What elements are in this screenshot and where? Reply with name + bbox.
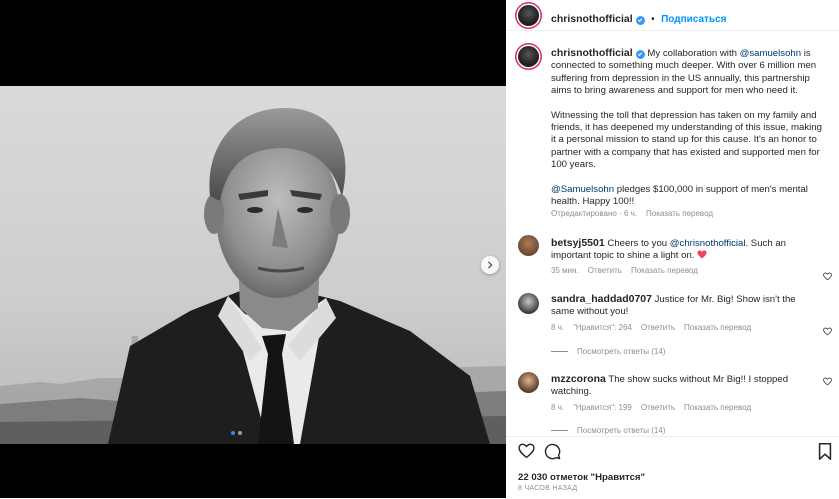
comment-username[interactable]: sandra_haddad0707	[551, 293, 652, 305]
carousel-next-button[interactable]	[481, 256, 499, 274]
carousel-dot	[238, 431, 242, 435]
caption-author-avatar[interactable]	[518, 46, 539, 67]
comment-like-heart-icon[interactable]	[823, 377, 832, 386]
comment-reply-link[interactable]: Ответить	[641, 323, 675, 332]
post-header: chrisnothofficial • Подписаться	[506, 0, 839, 31]
verified-badge-icon	[635, 49, 645, 59]
commenter-avatar[interactable]	[518, 372, 539, 393]
view-replies-button[interactable]: Посмотреть ответы (14)	[551, 347, 665, 356]
comments-scroll-area[interactable]: chrisnothofficial My collaboration with …	[506, 31, 839, 435]
bookmark-icon[interactable]	[818, 443, 832, 460]
portrait-image	[0, 86, 506, 444]
view-replies-button[interactable]: Посмотреть ответы (14)	[551, 426, 665, 435]
verified-badge-icon	[635, 15, 645, 25]
caption-p2: Witnessing the toll that depression has …	[551, 109, 822, 171]
caption-paragraph-gap	[551, 172, 823, 184]
comment-meta: 8 ч. "Нравится": 199 Ответить Показать п…	[551, 403, 751, 412]
comment-bubble-icon[interactable]	[544, 443, 561, 460]
comment-likes-count[interactable]: "Нравится": 199	[573, 403, 632, 412]
follow-button[interactable]: Подписаться	[661, 14, 726, 25]
comment-likes-count[interactable]: "Нравится": 264	[573, 323, 632, 332]
comment-meta: 8 ч. "Нравится": 264 Ответить Показать п…	[551, 323, 751, 332]
comment-time: 8 ч.	[551, 403, 565, 412]
comment-time: 8 ч.	[551, 323, 565, 332]
likes-count[interactable]: 22 030 отметок "Нравится"	[518, 472, 645, 483]
replies-line	[551, 430, 568, 431]
author-username[interactable]: chrisnothofficial	[551, 13, 633, 25]
comment-username[interactable]: mzzcorona	[551, 373, 606, 385]
commenter-avatar[interactable]	[518, 235, 539, 256]
comment-translate-link[interactable]: Показать перевод	[684, 323, 751, 332]
comment-meta: 35 мин. Ответить Показать перевод	[551, 266, 698, 275]
caption-paragraph-gap	[551, 98, 823, 110]
comment-translate-link[interactable]: Показать перевод	[631, 266, 698, 275]
caption-edited-time: Отредактировано · 6 ч.	[551, 209, 637, 218]
comment-text: mzzcorona The show sucks without Mr Big!…	[551, 373, 813, 399]
comment-mention[interactable]: @chrisnothofficial	[670, 238, 746, 249]
caption-p1-before: My collaboration with	[647, 48, 740, 59]
caption-mention-samuelsohn-2[interactable]: @Samuelsohn	[551, 184, 614, 195]
caption-mention-samuelsohn[interactable]: @samuelsohn	[740, 48, 801, 59]
comment-like-heart-icon[interactable]	[823, 272, 832, 281]
chevron-right-icon	[487, 261, 493, 269]
comment-text: betsyj5501 Cheers to you @chrisnothoffic…	[551, 237, 813, 264]
caption-meta: Отредактировано · 6 ч. Показать перевод	[551, 209, 713, 218]
comment-reply-link[interactable]: Ответить	[588, 266, 622, 275]
comment-text: sandra_haddad0707 Justice for Mr. Big! S…	[551, 293, 813, 319]
comment-text-before: Cheers to you	[604, 238, 670, 249]
comment-reply-link[interactable]: Ответить	[641, 403, 675, 412]
comment-like-heart-icon[interactable]	[823, 327, 832, 336]
comment-translate-link[interactable]: Показать перевод	[684, 403, 751, 412]
post-photo	[0, 86, 506, 444]
comment-username[interactable]: betsyj5501	[551, 237, 605, 249]
caption-username[interactable]: chrisnothofficial	[551, 47, 633, 59]
replies-line	[551, 351, 568, 352]
post-caption: chrisnothofficial My collaboration with …	[551, 47, 823, 208]
carousel-dot-active	[231, 431, 235, 435]
post-details-panel: chrisnothofficial • Подписаться chrisnot…	[506, 0, 839, 498]
comment-time: 35 мин.	[551, 266, 579, 275]
post-media	[0, 0, 506, 498]
separator-dot: •	[651, 14, 655, 25]
view-replies-label: Посмотреть ответы (14)	[577, 347, 666, 356]
commenter-avatar[interactable]	[518, 293, 539, 314]
post-actions-bar: 22 030 отметок "Нравится" 8 ЧАСОВ НАЗАД	[506, 436, 839, 499]
carousel-indicator	[231, 431, 242, 435]
view-replies-label: Посмотреть ответы (14)	[577, 426, 666, 435]
heart-outline-icon[interactable]	[518, 443, 535, 459]
post-time-ago: 8 ЧАСОВ НАЗАД	[518, 485, 578, 492]
caption-translate-link[interactable]: Показать перевод	[646, 209, 713, 218]
author-avatar[interactable]	[518, 5, 539, 26]
red-heart-emoji	[697, 250, 707, 263]
